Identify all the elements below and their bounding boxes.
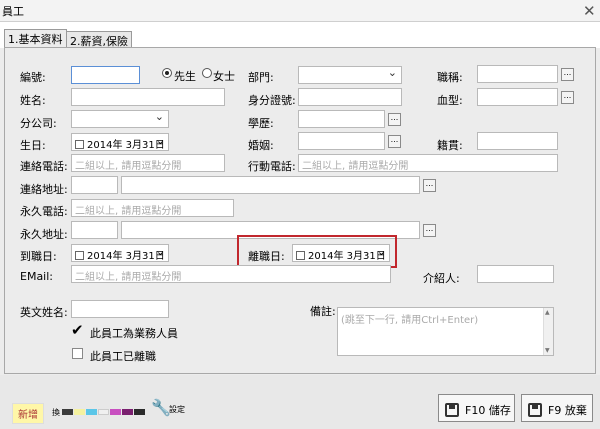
color-swatch-dark[interactable]: [62, 409, 73, 415]
leave-date-value: 2014年 3月31日: [308, 251, 386, 262]
color-label: 換: [52, 408, 60, 417]
color-swatch-light[interactable]: [98, 409, 109, 415]
close-icon[interactable]: ✕: [583, 2, 596, 20]
job-title-label: 職稱:: [437, 71, 463, 84]
branch-label: 分公司:: [20, 117, 57, 130]
color-swatch-yellow[interactable]: [74, 409, 85, 415]
blood-type-browse-button[interactable]: ...: [561, 91, 574, 104]
chevron-down-icon[interactable]: ⌄: [156, 134, 165, 147]
color-swatch-cyan[interactable]: [86, 409, 97, 415]
sales-checkbox[interactable]: ✔: [71, 323, 84, 338]
scroll-down-icon[interactable]: ▼: [545, 347, 550, 354]
save-button[interactable]: F10 儲存: [438, 394, 515, 422]
department-select[interactable]: [298, 66, 402, 84]
cancel-button-label: F9 放棄: [548, 404, 587, 417]
color-swatch-black[interactable]: [134, 409, 145, 415]
notes-textarea[interactable]: (跳至下一行, 請用Ctrl+Enter) ▲ ▼: [337, 307, 554, 356]
chevron-down-icon[interactable]: ⌄: [377, 245, 386, 258]
contact-phone-label: 連絡電話:: [20, 160, 68, 173]
sales-checkbox-label: 此員工為業務人員: [90, 327, 178, 340]
education-label: 學歷:: [248, 117, 274, 130]
id-number-field[interactable]: [298, 88, 402, 106]
resigned-checkbox[interactable]: [72, 348, 83, 359]
employee-no-label: 編號:: [20, 71, 46, 84]
education-browse-button[interactable]: ...: [388, 113, 401, 126]
settings-label[interactable]: 設定: [169, 404, 185, 415]
permanent-address-label: 永久地址:: [20, 228, 68, 241]
notes-scrollbar[interactable]: ▲ ▼: [543, 308, 553, 355]
window-title: 員工: [2, 5, 24, 18]
mobile-phone-field[interactable]: 二組以上, 請用逗點分開: [298, 154, 558, 172]
wrench-icon[interactable]: 🔧: [151, 398, 171, 417]
birthday-date-picker[interactable]: 2014年 3月31日 ⌄: [71, 133, 169, 151]
color-swatch-magenta[interactable]: [110, 409, 121, 415]
mobile-phone-label: 行動電話:: [248, 160, 296, 173]
contact-zip-field[interactable]: [71, 176, 118, 194]
leave-date-label: 離職日:: [248, 250, 285, 263]
contact-address-label: 連絡地址:: [20, 183, 68, 196]
employee-no-field[interactable]: [71, 66, 140, 84]
permanent-phone-label: 永久電話:: [20, 205, 68, 218]
marital-status-field[interactable]: [298, 132, 385, 150]
cancel-button[interactable]: F9 放棄: [521, 394, 593, 422]
english-name-label: 英文姓名:: [20, 306, 68, 319]
branch-select[interactable]: [71, 110, 169, 128]
english-name-field[interactable]: [71, 300, 169, 318]
scroll-up-icon[interactable]: ▲: [545, 309, 550, 316]
marital-status-label: 婚姻:: [248, 139, 274, 152]
id-number-label: 身分證號:: [248, 94, 296, 107]
resigned-checkbox-label: 此員工已離職: [90, 350, 156, 363]
color-swatch-purple[interactable]: [122, 409, 133, 415]
birthday-value: 2014年 3月31日: [87, 140, 165, 151]
hire-date-picker[interactable]: 2014年 3月31日 ⌄: [71, 244, 169, 262]
gender-male-label: 先生: [174, 70, 196, 83]
native-place-field[interactable]: [477, 132, 558, 150]
education-field[interactable]: [298, 110, 385, 128]
hire-date-value: 2014年 3月31日: [87, 251, 165, 262]
name-field[interactable]: [71, 88, 225, 106]
save-button-label: F10 儲存: [465, 404, 511, 417]
floppy-disk-icon: [528, 403, 542, 417]
job-title-browse-button[interactable]: ...: [561, 68, 574, 81]
leave-date-picker[interactable]: 2014年 3月31日 ⌄: [292, 244, 390, 262]
native-place-label: 籍貫:: [437, 139, 463, 152]
notes-placeholder: (跳至下一行, 請用Ctrl+Enter): [341, 315, 479, 326]
permanent-zip-field[interactable]: [71, 221, 118, 239]
title-bar: 員工 ✕: [0, 0, 600, 22]
birthday-label: 生日:: [20, 139, 46, 152]
tab-strip: 1.基本資料 2.薪資,保險: [0, 22, 600, 49]
tab-basic-info[interactable]: 1.基本資料: [4, 29, 67, 49]
leave-date-checkbox[interactable]: [296, 251, 305, 260]
department-label: 部門:: [248, 71, 274, 84]
permanent-address-browse-button[interactable]: ...: [423, 224, 436, 237]
new-record-badge: 新增: [12, 403, 44, 424]
hire-date-checkbox[interactable]: [75, 251, 84, 260]
marital-status-browse-button[interactable]: ...: [388, 135, 401, 148]
gender-male-radio[interactable]: [162, 68, 172, 78]
email-label: EMail:: [20, 270, 53, 283]
hire-date-label: 到職日:: [20, 250, 57, 263]
blood-type-label: 血型:: [437, 94, 463, 107]
email-field[interactable]: 二組以上, 請用逗點分開: [71, 265, 391, 283]
contact-address-browse-button[interactable]: ...: [423, 179, 436, 192]
birthday-checkbox[interactable]: [75, 140, 84, 149]
gender-female-radio[interactable]: [202, 68, 212, 78]
job-title-field[interactable]: [477, 65, 558, 83]
notes-label: 備註:: [310, 305, 336, 318]
chevron-down-icon[interactable]: ⌄: [156, 245, 165, 258]
gender-female-label: 女士: [213, 70, 235, 83]
contact-address-field[interactable]: [121, 176, 420, 194]
name-label: 姓名:: [20, 94, 46, 107]
permanent-phone-field[interactable]: 二組以上, 請用逗點分開: [71, 199, 234, 217]
blood-type-field[interactable]: [477, 88, 558, 106]
referrer-field[interactable]: [477, 265, 554, 283]
tab-salary-insurance[interactable]: 2.薪資,保險: [66, 31, 132, 48]
contact-phone-field[interactable]: 二組以上, 請用逗點分開: [71, 154, 225, 172]
referrer-label: 介紹人:: [423, 272, 460, 285]
floppy-disk-icon: [445, 403, 459, 417]
